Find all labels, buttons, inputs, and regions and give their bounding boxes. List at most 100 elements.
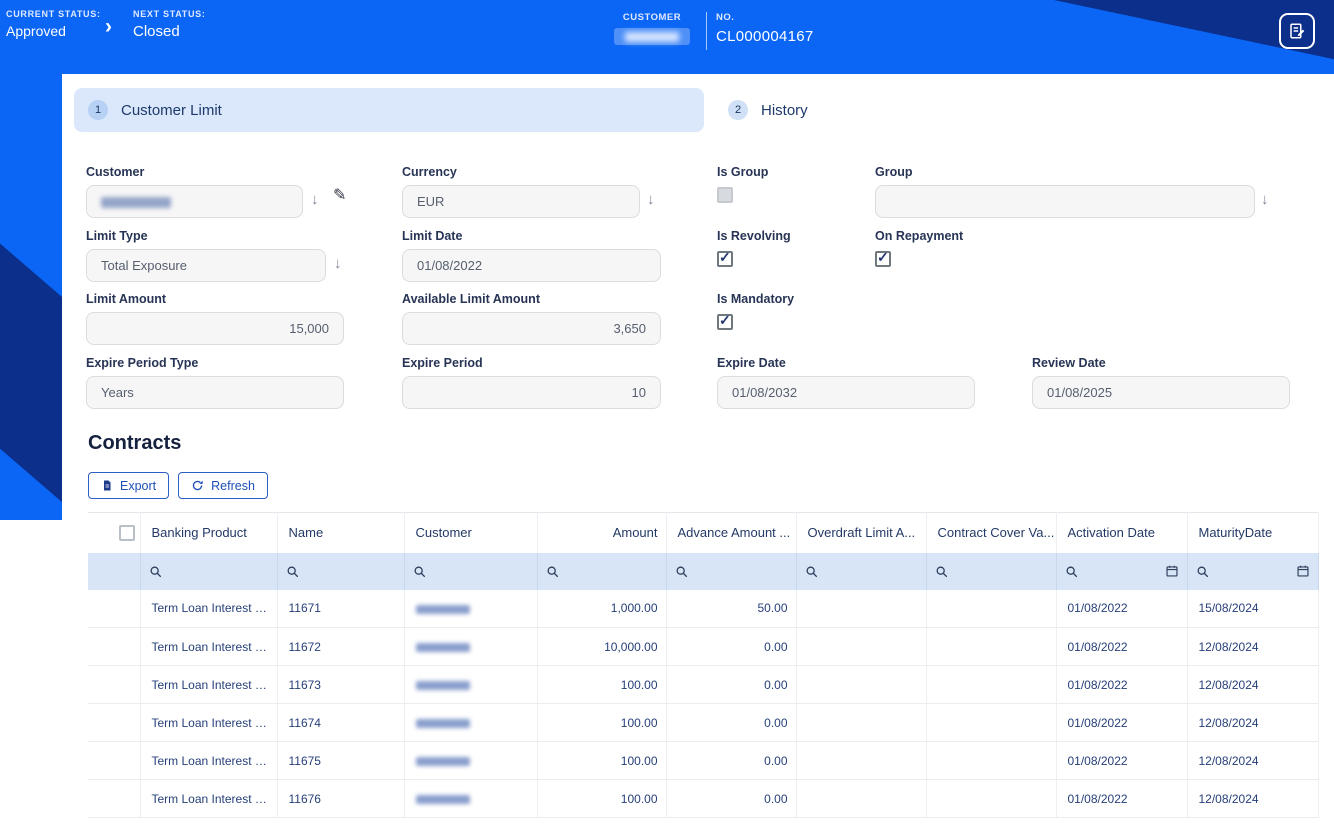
filter-contract-cover[interactable]	[926, 552, 1057, 590]
field-on-repayment: On Repayment	[875, 229, 963, 267]
contract-row[interactable]: Term Loan Interest C... 11674 100.00 0.0…	[88, 703, 1319, 742]
customer-label: Customer	[86, 165, 145, 179]
redacted-customer-value	[415, 718, 470, 728]
customer-edit-pencil-icon[interactable]: ✎	[333, 188, 346, 204]
limit-date-input[interactable]: 01/08/2022	[402, 249, 661, 282]
group-input[interactable]	[875, 185, 1255, 218]
review-date-input[interactable]: 01/08/2025	[1032, 376, 1290, 409]
limit-amount-label: Limit Amount	[86, 292, 167, 306]
search-icon	[287, 566, 298, 577]
expire-period-input[interactable]: 10	[402, 376, 661, 409]
group-dropdown-arrow-icon[interactable]: ↓	[1261, 192, 1269, 207]
header-customer-value[interactable]	[614, 28, 690, 45]
filter-customer[interactable]	[404, 552, 538, 590]
limit-type-label: Limit Type	[86, 229, 148, 243]
col-name[interactable]: Name	[277, 512, 405, 553]
col-customer[interactable]: Customer	[404, 512, 538, 553]
current-status-value: Approved	[6, 23, 66, 39]
col-banking-product[interactable]: Banking Product	[140, 512, 278, 553]
cell-activation-date: 01/08/2022	[1056, 665, 1188, 704]
redacted-customer-value	[101, 197, 171, 209]
customer-input[interactable]	[86, 185, 303, 218]
current-status: CURRENT STATUS: Approved	[6, 9, 101, 39]
is-mandatory-checkbox[interactable]	[717, 312, 733, 330]
cell-amount: 10,000.00	[537, 627, 667, 666]
tab-history[interactable]: 2 History	[714, 88, 822, 132]
expire-period-type-input[interactable]: Years	[86, 376, 344, 409]
next-status-value: Closed	[133, 23, 180, 40]
field-expire-date: Expire Date 01/08/2032	[717, 356, 975, 409]
tab-customer-limit[interactable]: 1 Customer Limit	[74, 88, 704, 132]
is-revolving-checkbox[interactable]	[717, 249, 733, 267]
contract-row[interactable]: Term Loan Interest C... 11673 100.00 0.0…	[88, 665, 1319, 704]
on-repayment-checkbox[interactable]	[875, 249, 891, 267]
cell-contract-cover	[926, 589, 1057, 628]
expire-period-label: Expire Period	[402, 356, 483, 370]
step-1-badge: 1	[88, 100, 108, 120]
review-date-label: Review Date	[1032, 356, 1106, 370]
calendar-icon[interactable]	[1296, 564, 1310, 578]
col-activation-date[interactable]: Activation Date	[1056, 512, 1188, 553]
currency-input[interactable]: EUR	[402, 185, 640, 218]
cell-banking-product: Term Loan Interest C...	[140, 779, 278, 818]
col-overdraft-limit[interactable]: Overdraft Limit A...	[796, 512, 927, 553]
cell-advance-amount: 0.00	[666, 779, 797, 818]
field-limit-type: Limit Type Total Exposure	[86, 229, 326, 282]
contract-row[interactable]: Term Loan Interest C... 11675 100.00 0.0…	[88, 741, 1319, 780]
col-maturity-date[interactable]: MaturityDate	[1187, 512, 1319, 553]
header-customer-label: CUSTOMER	[622, 12, 682, 23]
header-action-button[interactable]	[1279, 13, 1315, 49]
filter-name[interactable]	[277, 552, 405, 590]
filter-advance-amount[interactable]	[666, 552, 797, 590]
search-icon	[676, 566, 687, 577]
filter-activation-date[interactable]	[1056, 552, 1188, 590]
select-all-checkbox[interactable]	[119, 524, 135, 541]
currency-dropdown-arrow-icon[interactable]: ↓	[647, 192, 655, 207]
col-contract-cover[interactable]: Contract Cover Va...	[926, 512, 1057, 553]
field-limit-amount: Limit Amount 15,000	[86, 292, 344, 345]
limit-type-dropdown-arrow-icon[interactable]: ↓	[334, 256, 342, 271]
limit-type-input[interactable]: Total Exposure	[86, 249, 326, 282]
filter-amount[interactable]	[537, 552, 667, 590]
available-limit-amount-input[interactable]: 3,650	[402, 312, 661, 345]
field-is-revolving: Is Revolving	[717, 229, 791, 267]
filter-maturity-date[interactable]	[1187, 552, 1319, 590]
expire-date-input[interactable]: 01/08/2032	[717, 376, 975, 409]
search-icon	[936, 566, 947, 577]
refresh-button[interactable]: Refresh	[178, 472, 268, 499]
cell-overdraft-limit	[796, 741, 927, 780]
header-no-label: NO.	[716, 12, 735, 23]
cell-amount: 100.00	[537, 741, 667, 780]
col-advance-amount[interactable]: Advance Amount ...	[666, 512, 797, 553]
calendar-icon[interactable]	[1165, 564, 1179, 578]
contract-row[interactable]: Term Loan Interest C... 11676 100.00 0.0…	[88, 779, 1319, 818]
expire-period-type-label: Expire Period Type	[86, 356, 199, 370]
cell-banking-product: Term Loan Interest C...	[140, 665, 278, 704]
search-icon	[806, 566, 817, 577]
contract-row[interactable]: Term Loan Interest C... 11672 10,000.00 …	[88, 627, 1319, 666]
cell-banking-product: Term Loan Interest C...	[140, 627, 278, 666]
customer-dropdown-arrow-icon[interactable]: ↓	[311, 192, 319, 207]
current-status-label: CURRENT STATUS:	[6, 9, 101, 19]
expire-date-label: Expire Date	[717, 356, 786, 370]
cell-amount: 100.00	[537, 779, 667, 818]
limit-amount-input[interactable]: 15,000	[86, 312, 344, 345]
select-all-header	[88, 512, 141, 553]
cell-amount: 100.00	[537, 665, 667, 704]
col-amount[interactable]: Amount	[537, 512, 667, 553]
chevron-right-icon: ›	[105, 15, 112, 38]
field-customer: Customer	[86, 165, 303, 218]
filter-overdraft-limit[interactable]	[796, 552, 927, 590]
contract-row[interactable]: Term Loan Interest C... 11671 1,000.00 5…	[88, 589, 1319, 628]
contracts-title: Contracts	[88, 432, 182, 454]
filter-banking-product[interactable]	[140, 552, 278, 590]
redacted-customer-value	[415, 604, 470, 614]
cell-contract-cover	[926, 779, 1057, 818]
is-group-checkbox[interactable]	[717, 187, 733, 203]
cell-activation-date: 01/08/2022	[1056, 627, 1188, 666]
cell-maturity-date: 12/08/2024	[1187, 627, 1319, 666]
main-card: 1 Customer Limit 2 History Customer ↓ ✎ …	[62, 74, 1334, 828]
export-button[interactable]: Export	[88, 472, 170, 499]
cell-select	[88, 703, 141, 742]
app-window: CURRENT STATUS: Approved › NEXT STATUS: …	[0, 0, 1334, 828]
